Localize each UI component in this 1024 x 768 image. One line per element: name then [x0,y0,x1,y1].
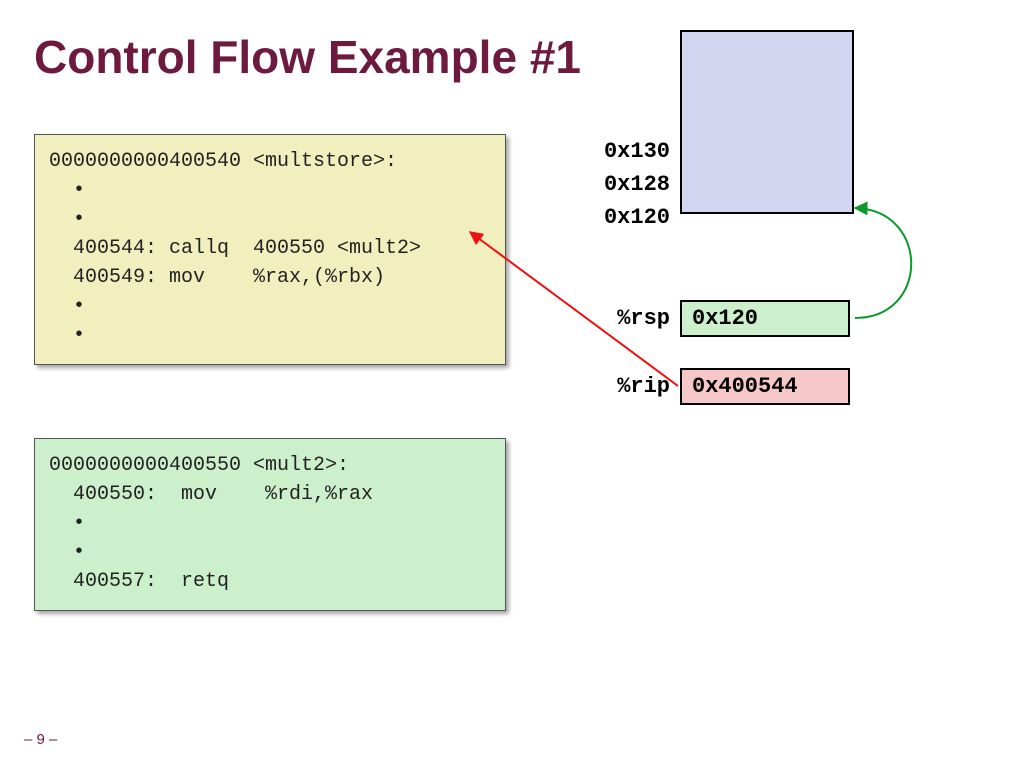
rsp-value: 0x120 [680,300,850,337]
stack-diagram [680,30,854,214]
stack-addresses: 0x130 0x128 0x120 [580,135,670,234]
arrows-overlay [0,0,1024,768]
slide-title: Control Flow Example #1 [34,30,581,84]
rip-value: 0x400544 [680,368,850,405]
mult2-code-box: 0000000000400550 <mult2>: 400550: mov %r… [34,438,506,611]
rip-register-row: %rip 0x400544 [580,368,850,405]
rsp-register-row: %rsp 0x120 [580,300,850,337]
page-number: – 9 – [24,731,57,748]
rsp-label: %rsp [580,306,670,331]
stack-addr-1: 0x130 [580,135,670,168]
stack-addr-3: 0x120 [580,201,670,234]
multstore-code-box: 0000000000400540 <multstore>: • • 400544… [34,134,506,365]
rip-label: %rip [580,374,670,399]
stack-addr-2: 0x128 [580,168,670,201]
